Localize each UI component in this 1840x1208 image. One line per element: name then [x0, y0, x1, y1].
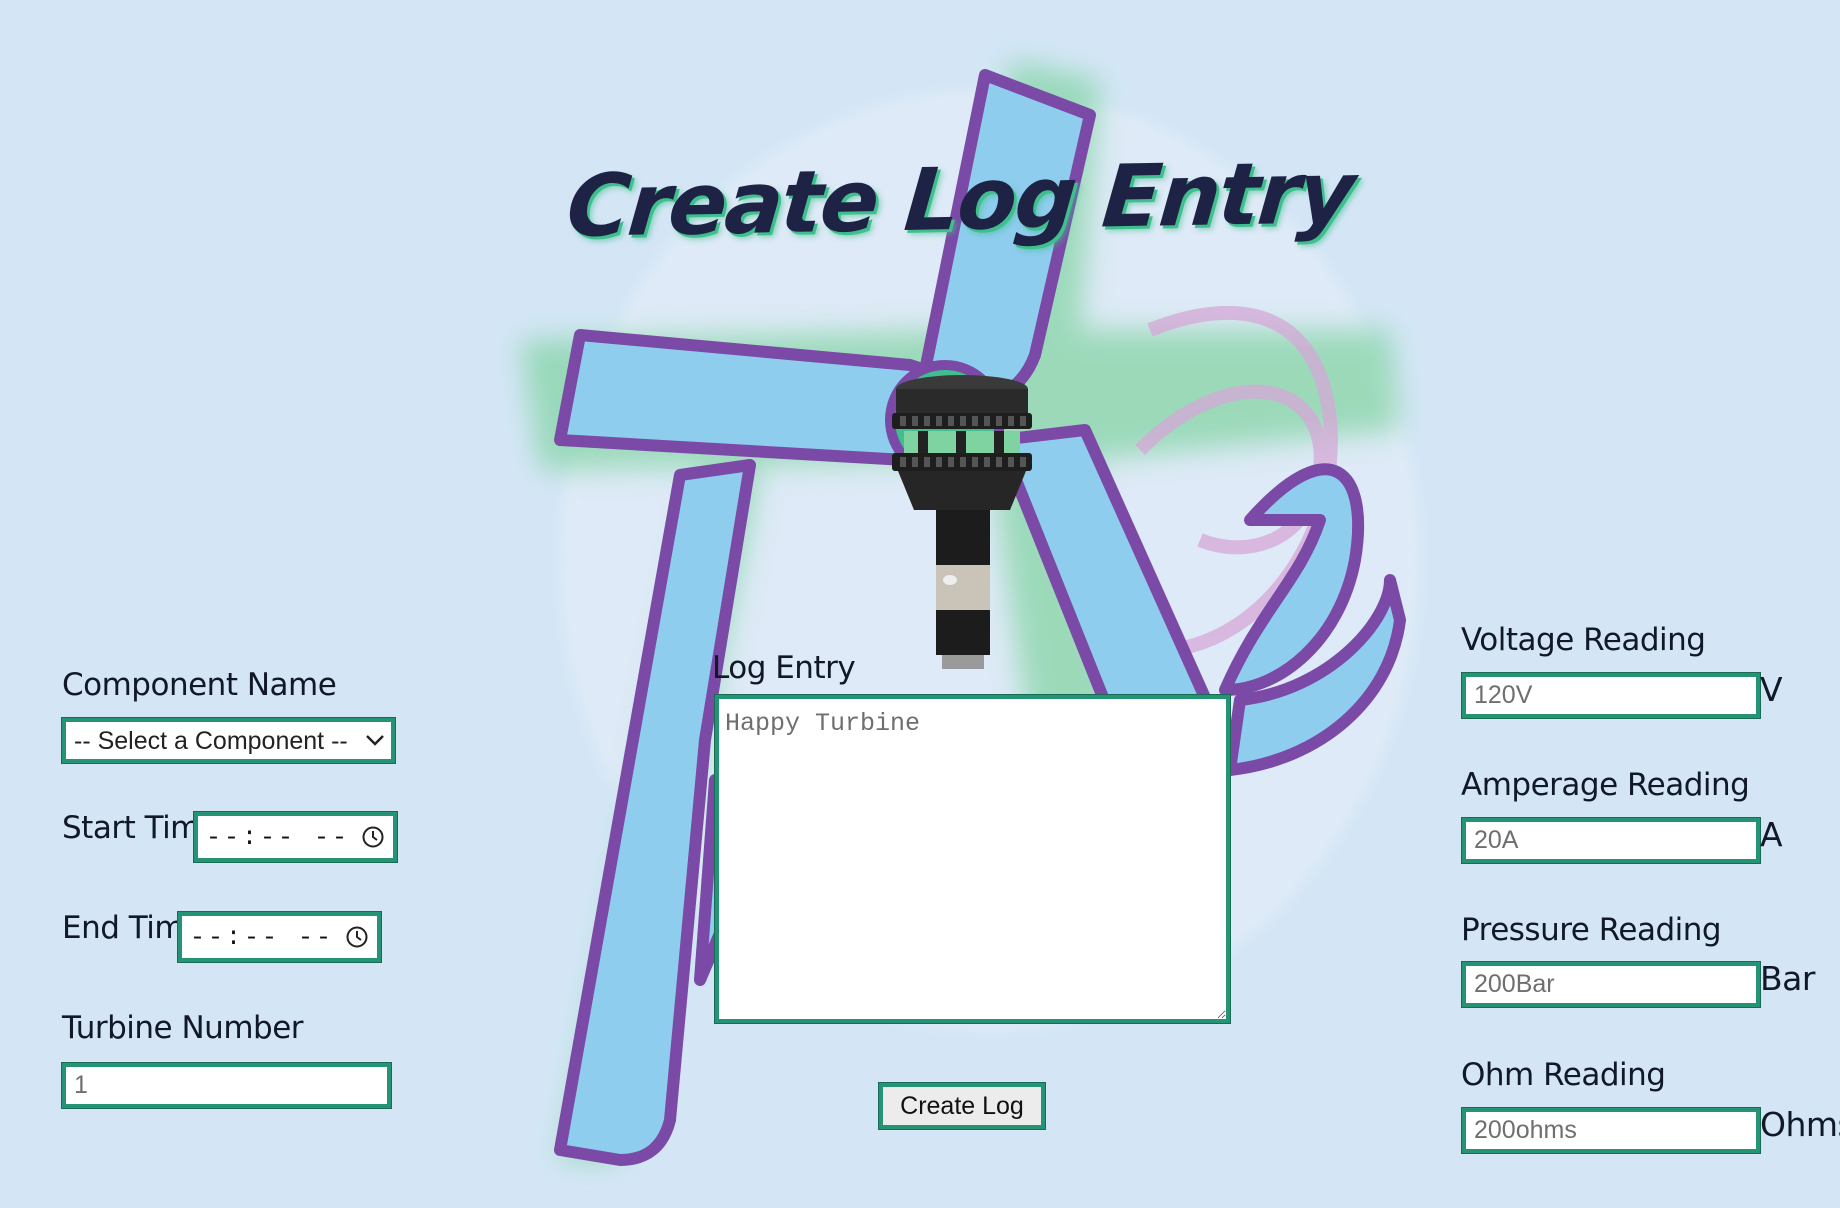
amperage-reading-input[interactable]: [1461, 817, 1761, 864]
log-entry-textarea[interactable]: [714, 694, 1231, 1024]
component-name-label: Component Name: [62, 667, 337, 703]
voltage-unit: V: [1760, 670, 1783, 709]
voltage-reading-input[interactable]: [1461, 672, 1761, 719]
end-time-input[interactable]: --:-- --: [177, 911, 382, 963]
wind-sensor-turbine-icon: [892, 375, 1032, 669]
ohm-reading-input[interactable]: [1461, 1107, 1761, 1154]
clock-icon[interactable]: [345, 925, 369, 949]
turbine-number-input[interactable]: [61, 1062, 392, 1109]
amperage-unit: A: [1760, 815, 1783, 854]
voltage-reading-label: Voltage Reading: [1461, 622, 1706, 658]
clock-icon[interactable]: [361, 825, 385, 849]
log-entry-label: Log Entry: [712, 650, 856, 686]
pressure-unit: Bar: [1760, 959, 1815, 998]
component-select[interactable]: -- Select a Component --: [61, 717, 396, 764]
ohm-unit: Ohms: [1760, 1105, 1840, 1144]
end-time-value: --:-- --: [190, 922, 335, 952]
ohm-reading-label: Ohm Reading: [1461, 1057, 1666, 1093]
pressure-reading-label: Pressure Reading: [1461, 912, 1722, 948]
start-time-input[interactable]: --:-- --: [193, 811, 398, 863]
amperage-reading-label: Amperage Reading: [1461, 767, 1750, 803]
turbine-number-label: Turbine Number: [62, 1010, 304, 1046]
pressure-reading-input[interactable]: [1461, 961, 1761, 1008]
create-log-button[interactable]: Create Log: [878, 1082, 1046, 1130]
start-time-value: --:-- --: [206, 822, 351, 852]
